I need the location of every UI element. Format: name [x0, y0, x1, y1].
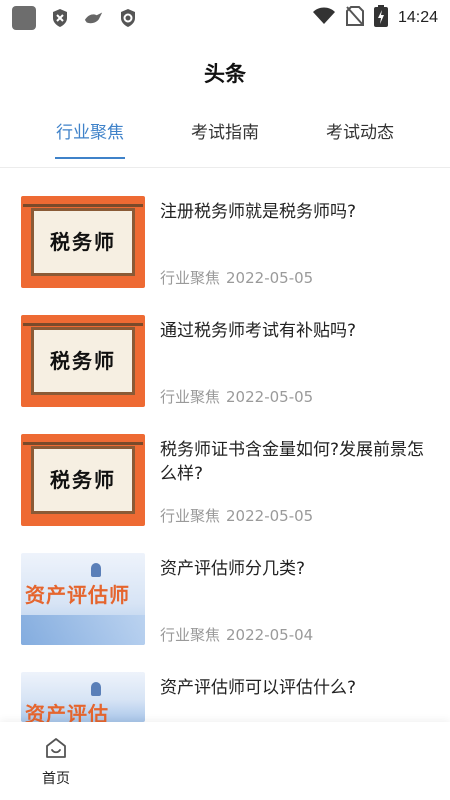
wifi-icon [312, 7, 336, 29]
article-title: 资产评估师可以评估什么? [160, 678, 357, 698]
article-meta: 行业聚焦 2022-05-04 [160, 624, 313, 645]
tab-exam-guide[interactable]: 考试指南 [165, 118, 285, 143]
article-thumbnail: 资产评估师 [21, 553, 145, 645]
article-title: 通过税务师考试有补贴吗? [160, 321, 357, 341]
article-thumbnail: 税务师 [21, 315, 145, 407]
active-tab-underline [55, 157, 125, 159]
tab-industry-focus[interactable]: 行业聚焦 [30, 118, 150, 143]
status-bar: 14:24 [0, 0, 450, 36]
article-title: 注册税务师就是税务师吗? [160, 202, 357, 222]
article-date: 2022-05-04 [226, 626, 314, 644]
article-thumbnail: 税务师 [21, 434, 145, 526]
thumbnail-text: 税务师 [50, 349, 116, 373]
article-title: 资产评估师分几类? [160, 559, 306, 579]
shield-x-icon [50, 8, 70, 28]
tab-exam-news[interactable]: 考试动态 [300, 118, 420, 143]
no-sim-icon [345, 6, 364, 30]
clock-time: 14:24 [397, 9, 438, 26]
list-item[interactable]: 资产评估师 资产评估师分几类? 行业聚焦 2022-05-04 [0, 553, 450, 663]
page-title: 头条 [204, 62, 246, 86]
thumbnail-text: 税务师 [50, 230, 116, 254]
article-category: 行业聚焦 [160, 507, 221, 525]
shield-check-icon [118, 8, 138, 28]
article-thumbnail: 税务师 [21, 196, 145, 288]
article-title: 税务师证书含金量如何?发展前景怎么样? [160, 440, 425, 484]
nav-home-button[interactable]: 首页 [34, 736, 78, 788]
thumbnail-text: 税务师 [50, 468, 116, 492]
article-meta: 行业聚焦 2022-05-05 [160, 267, 313, 288]
app-square-icon [12, 6, 36, 30]
article-thumbnail: 资产评估 [21, 672, 145, 722]
article-meta: 行业聚焦 2022-05-05 [160, 386, 313, 407]
category-tabs: 行业聚焦 考试指南 考试动态 [0, 118, 450, 168]
article-meta: 行业聚焦 2022-05-05 [160, 505, 313, 526]
article-date: 2022-05-05 [226, 507, 314, 525]
bottom-nav: 首页 [0, 722, 450, 800]
thumbnail-text: 资产评估 [25, 702, 109, 722]
battery-charging-icon [373, 5, 388, 31]
article-category: 行业聚焦 [160, 388, 221, 406]
list-item[interactable]: 税务师 通过税务师考试有补贴吗? 行业聚焦 2022-05-05 [0, 315, 450, 425]
article-date: 2022-05-05 [226, 388, 314, 406]
article-category: 行业聚焦 [160, 269, 221, 287]
home-icon [44, 738, 68, 764]
article-category: 行业聚焦 [160, 626, 221, 644]
list-item[interactable]: 税务师 税务师证书含金量如何?发展前景怎么样? 行业聚焦 2022-05-05 [0, 434, 450, 544]
nav-home-label: 首页 [42, 771, 70, 787]
article-date: 2022-05-05 [226, 269, 314, 287]
list-item[interactable]: 税务师 注册税务师就是税务师吗? 行业聚焦 2022-05-05 [0, 196, 450, 306]
thumbnail-text: 资产评估师 [25, 583, 130, 607]
bird-icon [84, 8, 104, 28]
